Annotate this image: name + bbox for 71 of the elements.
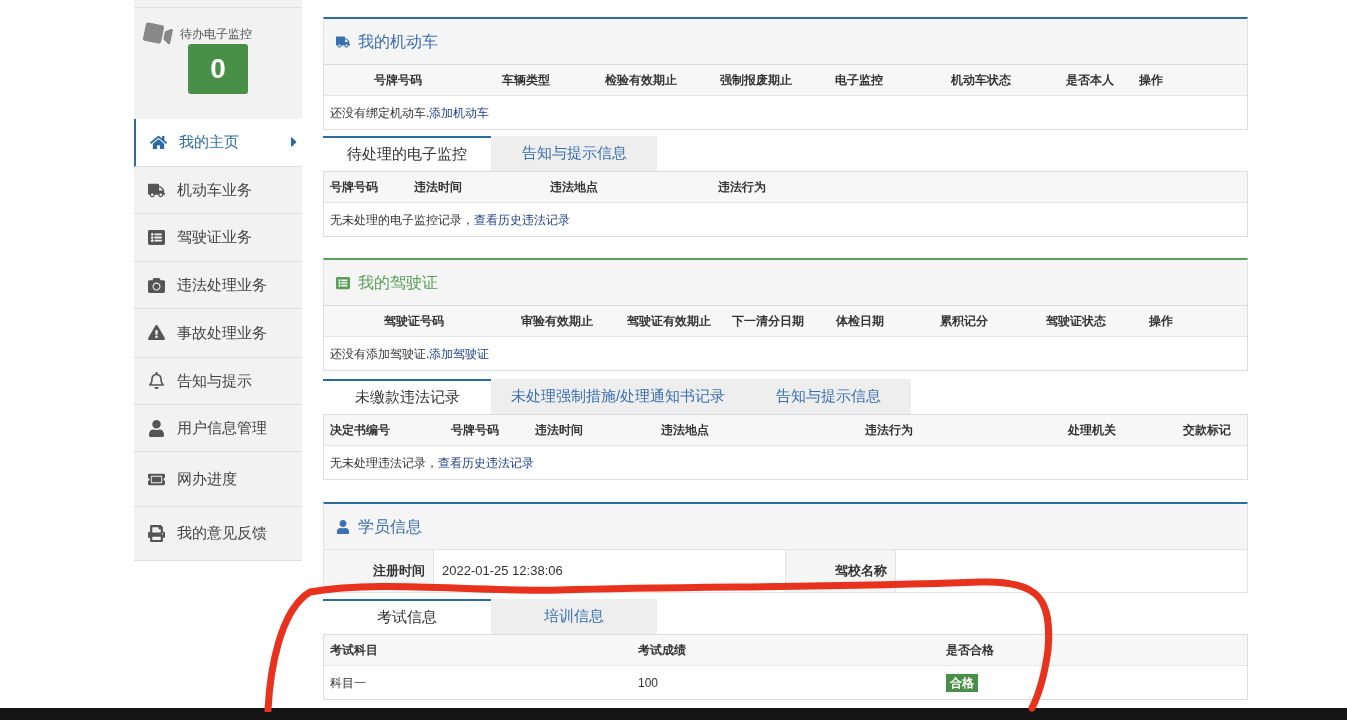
- field-value: 2022-01-25 12:38:06: [434, 550, 786, 592]
- column-header: 号牌号码: [373, 72, 423, 89]
- nav-icon: [148, 372, 165, 390]
- sidebar-item[interactable]: 机动车业务: [134, 167, 302, 215]
- empty-message: 无未处理的电子监控记录，: [330, 211, 474, 229]
- table-link[interactable]: 添加机动车: [429, 103, 490, 122]
- column-header: 操作: [1148, 313, 1174, 330]
- column-header: 驾驶证有效期止: [626, 313, 712, 330]
- tab[interactable]: 告知与提示信息: [491, 136, 657, 171]
- column-header: 机动车状态: [950, 72, 1012, 89]
- sidebar-item[interactable]: 事故处理业务: [134, 309, 302, 358]
- panel-icon: [336, 275, 350, 290]
- empty-message: 还没有添加驾驶证.: [330, 345, 430, 363]
- column-header: 强制报废期止: [719, 72, 793, 89]
- column-header: 考试成绩: [637, 642, 687, 659]
- empty-message: 无未处理违法记录，: [330, 454, 438, 472]
- column-header: 考试科目: [329, 642, 379, 659]
- nav-icon: [148, 419, 165, 437]
- table-link[interactable]: 查看历史违法记录: [474, 210, 570, 229]
- sidebar-item[interactable]: 网办进度: [134, 452, 302, 507]
- column-header: 操作: [1138, 72, 1164, 89]
- nav-icon: [148, 524, 165, 542]
- column-header: 交款标记: [1182, 422, 1232, 439]
- panel-icon: [336, 519, 350, 534]
- nav-icon: [148, 276, 165, 294]
- column-header: 决定书编号: [329, 422, 391, 439]
- table-link[interactable]: 添加驾驶证: [429, 344, 490, 363]
- column-header: 违法时间: [534, 422, 584, 439]
- nav-icon: [148, 181, 165, 199]
- column-header: 违法地点: [660, 422, 710, 439]
- nav-icon: [148, 229, 165, 247]
- column-header: 违法地点: [549, 179, 599, 196]
- nav-icon: [148, 324, 165, 342]
- column-header: 是否本人: [1065, 72, 1115, 89]
- result-badge: 合格: [946, 673, 978, 692]
- column-header: 违法时间: [413, 179, 463, 196]
- sidebar-item[interactable]: 我的主页: [134, 118, 302, 168]
- column-header: 审验有效期止: [520, 313, 594, 330]
- sidebar-item[interactable]: 驾驶证业务: [134, 214, 302, 262]
- column-header: 检验有效期止: [604, 72, 678, 89]
- column-header: 号牌号码: [329, 179, 379, 196]
- panel-title: 学员信息: [358, 516, 422, 537]
- sidebar-item[interactable]: 违法处理业务: [134, 261, 302, 310]
- nav-icon: [150, 133, 167, 151]
- column-header: 电子监控: [834, 72, 884, 89]
- monitor-label: 待办电子监控: [180, 26, 252, 43]
- sidebar-item[interactable]: 用户信息管理: [134, 405, 302, 453]
- column-header: 体检日期: [835, 313, 885, 330]
- tab[interactable]: 培训信息: [491, 599, 657, 634]
- pending-count: 0: [188, 44, 248, 94]
- column-header: 是否合格: [945, 642, 995, 659]
- table-cell-text: 100: [637, 674, 660, 692]
- sidebar-item[interactable]: 告知与提示: [134, 357, 302, 405]
- panel-title: 我的机动车: [358, 31, 438, 52]
- sidebar-item[interactable]: 我的意见反馈: [134, 506, 302, 561]
- panel-title: 我的驾驶证: [358, 272, 438, 293]
- panel-icon: [336, 34, 350, 49]
- empty-message: 还没有绑定机动车.: [330, 104, 430, 122]
- column-header: 违法行为: [717, 179, 767, 196]
- tab[interactable]: 告知与提示信息: [745, 379, 911, 414]
- table-cell-text: 科目一: [329, 674, 367, 692]
- column-header: 违法行为: [864, 422, 914, 439]
- column-header: 号牌号码: [450, 422, 500, 439]
- column-header: 累积记分: [939, 313, 989, 330]
- column-header: 驾驶证状态: [1045, 313, 1107, 330]
- column-header: 驾驶证号码: [383, 313, 445, 330]
- column-header: 车辆类型: [501, 72, 551, 89]
- column-header: 下一清分日期: [731, 313, 805, 330]
- column-header: 处理机关: [1067, 422, 1117, 439]
- table-link[interactable]: 查看历史违法记录: [438, 453, 534, 472]
- tab[interactable]: 未处理强制措施/处理通知书记录: [491, 379, 745, 414]
